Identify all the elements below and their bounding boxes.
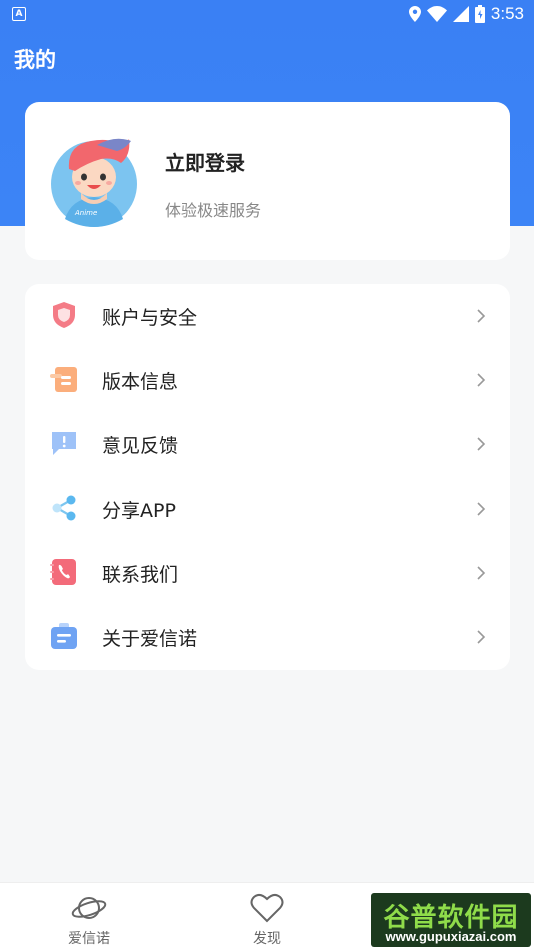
login-title[interactable]: 立即登录 bbox=[165, 147, 245, 176]
tab-label: 发现 bbox=[253, 931, 281, 947]
chevron-right-icon bbox=[477, 437, 486, 451]
status-bar: A 3:53 bbox=[0, 0, 534, 28]
status-time: 3:53 bbox=[490, 4, 524, 23]
menu-card: 账户与安全 版本信息 意见反馈 分享APP 联系我们 关于爱信诺 bbox=[25, 284, 510, 670]
about-icon bbox=[51, 623, 77, 649]
tab-home[interactable]: 爱信诺 bbox=[0, 883, 178, 950]
chevron-right-icon bbox=[477, 373, 486, 387]
shield-icon bbox=[53, 302, 75, 328]
menu-item-about[interactable]: 关于爱信诺 bbox=[25, 605, 510, 669]
page-title: 我的 bbox=[14, 48, 56, 72]
avatar[interactable]: Anime bbox=[51, 135, 137, 227]
menu-item-label: 联系我们 bbox=[102, 564, 179, 586]
menu-item-label: 账户与安全 bbox=[102, 307, 198, 329]
menu-item-label: 版本信息 bbox=[102, 371, 179, 393]
login-subtitle: 体验极速服务 bbox=[165, 201, 262, 220]
chevron-right-icon bbox=[477, 630, 486, 644]
tab-label: 爱信诺 bbox=[68, 931, 110, 947]
version-icon bbox=[50, 367, 77, 392]
menu-item-label: 分享APP bbox=[102, 500, 176, 522]
chevron-right-icon bbox=[477, 566, 486, 580]
menu-item-contact-us[interactable]: 联系我们 bbox=[25, 541, 510, 605]
menu-item-label: 关于爱信诺 bbox=[102, 628, 198, 650]
heart-icon bbox=[250, 893, 284, 923]
planet-icon bbox=[71, 897, 107, 919]
chevron-right-icon bbox=[477, 502, 486, 516]
watermark-url: www.gupuxiazai.com bbox=[385, 929, 517, 944]
wifi-icon bbox=[426, 6, 447, 22]
profile-card[interactable]: Anime 立即登录 体验极速服务 bbox=[25, 102, 510, 260]
phone-icon bbox=[50, 559, 76, 585]
status-icons: 3:53 bbox=[408, 4, 524, 24]
chevron-right-icon bbox=[477, 309, 486, 323]
menu-item-label: 意见反馈 bbox=[102, 435, 179, 457]
watermark: 谷普软件园 www.gupuxiazai.com bbox=[371, 893, 531, 947]
menu-item-share[interactable]: 分享APP bbox=[25, 477, 510, 541]
battery-icon bbox=[474, 5, 485, 23]
location-icon bbox=[408, 6, 421, 22]
menu-item-feedback[interactable]: 意见反馈 bbox=[25, 412, 510, 476]
signal-icon bbox=[452, 6, 469, 22]
feedback-icon bbox=[52, 432, 76, 455]
menu-item-version-info[interactable]: 版本信息 bbox=[25, 348, 510, 412]
share-icon bbox=[52, 495, 76, 521]
avatar-text: Anime bbox=[74, 209, 97, 217]
tab-discover[interactable]: 发现 bbox=[178, 883, 356, 950]
menu-item-account-security[interactable]: 账户与安全 bbox=[25, 284, 510, 348]
notification-badge: A bbox=[12, 7, 26, 21]
